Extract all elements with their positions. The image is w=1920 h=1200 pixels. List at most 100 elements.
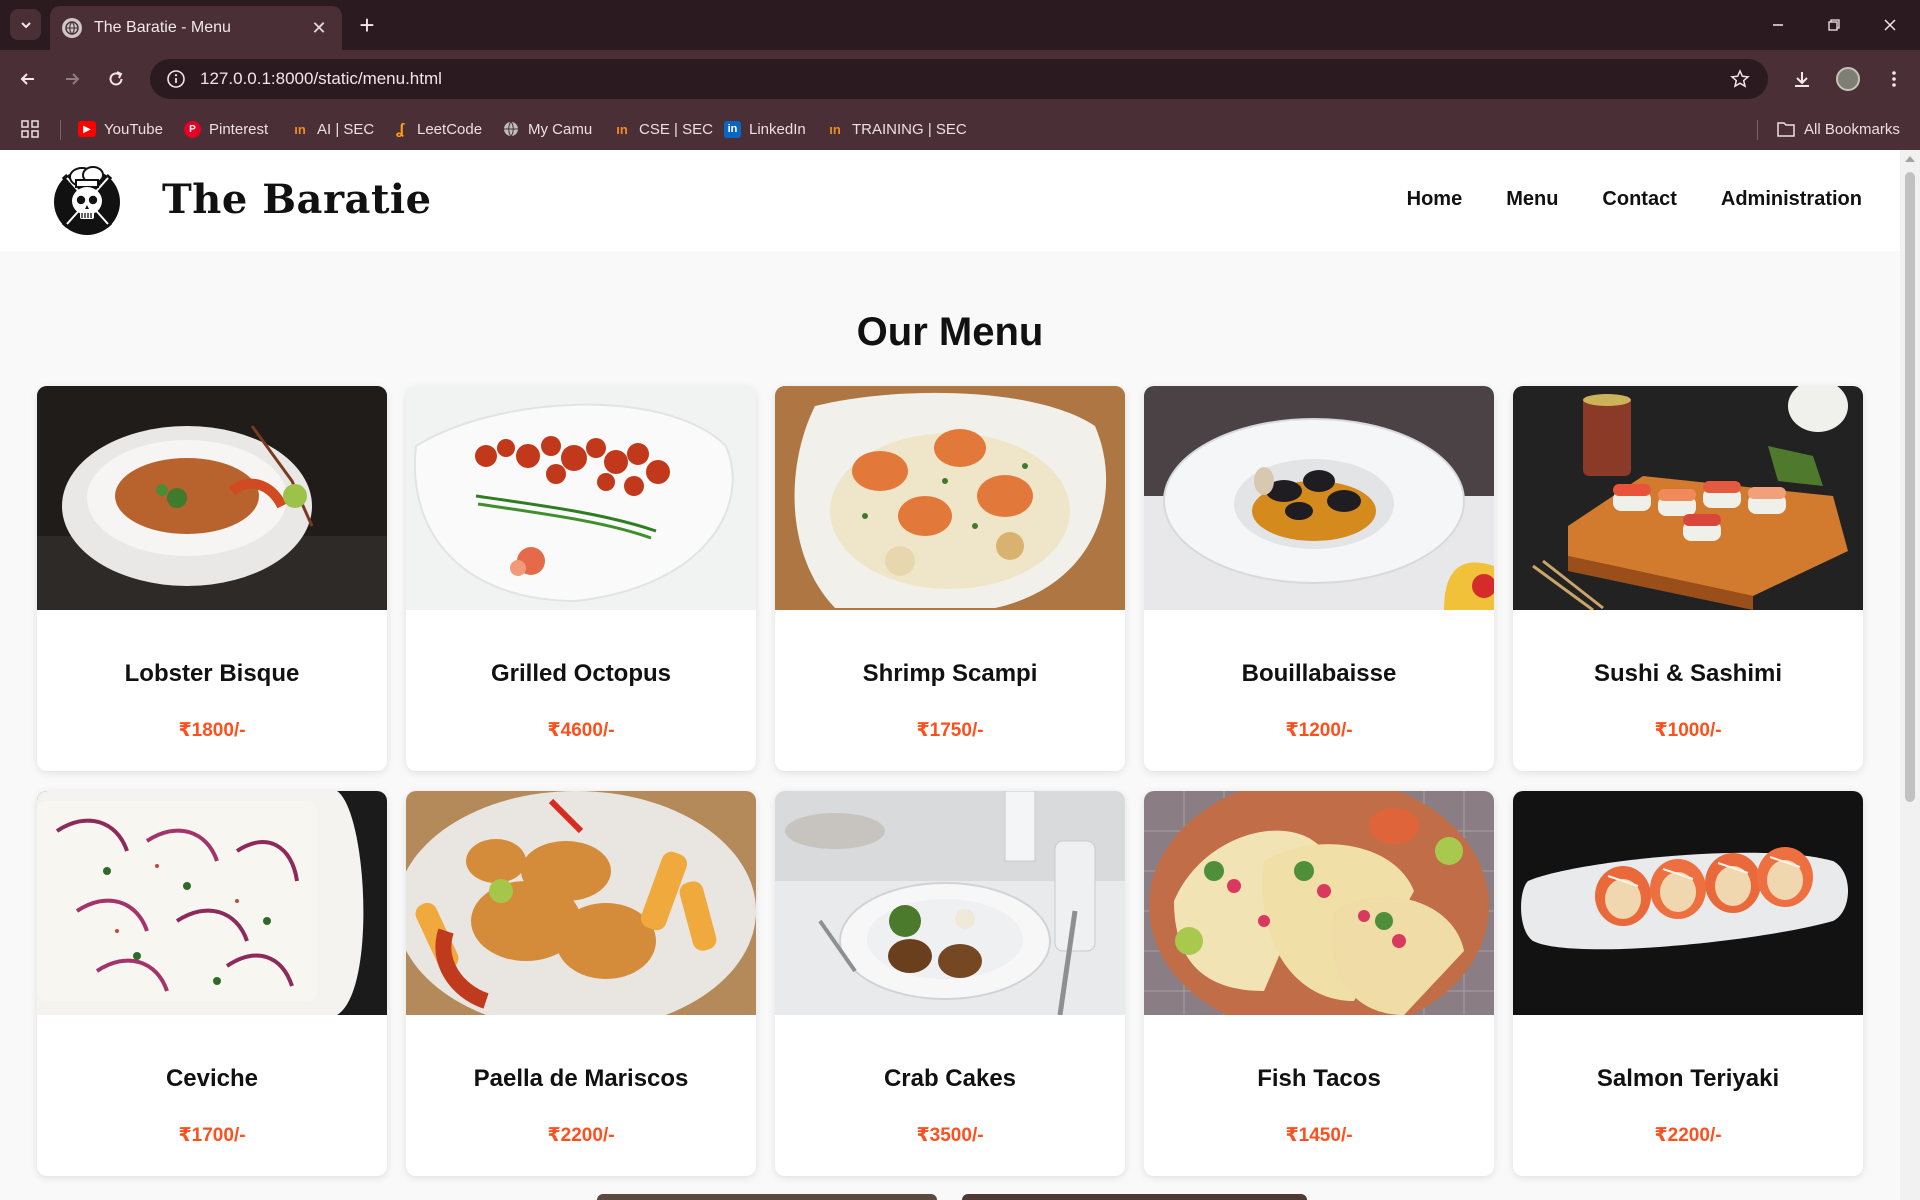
- dish-price: ₹1750/-: [916, 720, 984, 741]
- address-bar[interactable]: 127.0.0.1:8000/static/menu.html: [150, 59, 1768, 99]
- menu-card[interactable]: Shrimp Scampi ₹1750/-: [775, 386, 1125, 771]
- minimize-window-button[interactable]: [1750, 0, 1806, 50]
- all-bookmarks-label: All Bookmarks: [1804, 120, 1900, 138]
- dish-price: ₹1000/-: [1654, 720, 1722, 741]
- close-tab-icon[interactable]: ✕: [308, 18, 330, 39]
- all-bookmarks-button[interactable]: All Bookmarks: [1776, 118, 1900, 140]
- dish-price: ₹1450/-: [1285, 1125, 1353, 1146]
- arrow-left-icon: [20, 73, 34, 85]
- page-title: Our Menu: [856, 310, 1044, 354]
- new-tab-button[interactable]: +: [352, 10, 382, 40]
- more-vertical-icon: [1892, 71, 1896, 87]
- bookmark-my-camu[interactable]: My Camu: [502, 118, 592, 140]
- camu-icon: ın: [294, 121, 306, 137]
- tacos-image: [1144, 791, 1494, 1015]
- salmon-rolls-image: [1513, 791, 1863, 1015]
- menu-grid: Lobster Bisque ₹1800/- Grilled Octopus ₹…: [37, 386, 1863, 1176]
- site-header: The Baratie Home Menu Contact Administra…: [0, 150, 1900, 251]
- dish-name: Grilled Octopus: [490, 660, 672, 687]
- dish-name: Sushi & Sashimi: [1593, 660, 1783, 687]
- dish-name: Shrimp Scampi: [862, 660, 1038, 687]
- menu-card[interactable]: Crab Cakes ₹3500/-: [775, 791, 1125, 1176]
- apps-grid-icon: [21, 120, 39, 138]
- reload-icon: [109, 71, 123, 86]
- next-row-card-peek: [962, 1194, 1307, 1200]
- nav-menu-link[interactable]: Menu: [1506, 188, 1558, 211]
- shrimp-dish-image: [775, 386, 1125, 610]
- menu-card[interactable]: Grilled Octopus ₹4600/-: [406, 386, 756, 771]
- dish-name: Paella de Mariscos: [473, 1065, 689, 1092]
- ceviche-dish-image: [37, 791, 387, 1015]
- downloads-button[interactable]: [1786, 63, 1818, 95]
- bookmark-label: Pinterest: [209, 120, 269, 138]
- forward-button[interactable]: [56, 63, 88, 95]
- menu-card[interactable]: Ceviche ₹1700/-: [37, 791, 387, 1176]
- page-scrollbar[interactable]: [1900, 150, 1920, 1200]
- bookmarks-bar: ▶ YouTube P Pinterest ın AI | SEC ʆ Leet…: [0, 108, 1920, 150]
- dish-price: ₹4600/-: [547, 720, 615, 741]
- avatar: [1836, 67, 1860, 91]
- menu-card[interactable]: Lobster Bisque ₹1800/-: [37, 386, 387, 771]
- close-window-button[interactable]: [1862, 0, 1918, 50]
- bookmark-label: TRAINING | SEC: [852, 120, 967, 138]
- profile-button[interactable]: [1832, 63, 1864, 95]
- bookmark-label: LinkedIn: [749, 120, 806, 138]
- mussel-stew-image: [1144, 386, 1494, 610]
- menu-card[interactable]: Sushi & Sashimi ₹1000/-: [1513, 386, 1863, 771]
- youtube-icon: ▶: [78, 121, 96, 137]
- bookmark-label: AI | SEC: [317, 120, 375, 138]
- scrollbar-thumb[interactable]: [1905, 172, 1915, 802]
- url-text[interactable]: 127.0.0.1:8000/static/menu.html: [200, 69, 1726, 89]
- dish-price: ₹3500/-: [916, 1125, 984, 1146]
- browser-menu-button[interactable]: [1878, 63, 1910, 95]
- nav-home-link[interactable]: Home: [1407, 188, 1463, 211]
- globe-icon: [502, 121, 520, 137]
- site-nav: Home Menu Contact Administration: [1407, 188, 1862, 211]
- back-button[interactable]: [12, 63, 44, 95]
- bookmark-leetcode[interactable]: ʆ LeetCode: [391, 118, 482, 140]
- bookmark-label: My Camu: [528, 120, 593, 138]
- active-tab[interactable]: The Baratie - Menu ✕: [50, 6, 342, 50]
- scroll-up-arrow-icon[interactable]: [1905, 156, 1915, 162]
- bookmark-cse-sec[interactable]: ın CSE | SEC: [613, 118, 713, 140]
- skull-chef-logo-icon[interactable]: [50, 162, 124, 236]
- site-brand-title[interactable]: The Baratie: [162, 176, 432, 223]
- menu-card[interactable]: Bouillabaisse ₹1200/-: [1144, 386, 1494, 771]
- dish-price: ₹1800/-: [178, 720, 246, 741]
- camu-icon: ın: [616, 121, 628, 137]
- bookmark-linkedin[interactable]: in LinkedIn: [724, 118, 806, 140]
- arrow-right-icon: [66, 73, 80, 85]
- bookmark-youtube[interactable]: ▶ YouTube: [78, 118, 163, 140]
- nav-administration-link[interactable]: Administration: [1721, 188, 1862, 211]
- apps-button[interactable]: [20, 118, 40, 140]
- nav-contact-link[interactable]: Contact: [1602, 188, 1676, 211]
- pinterest-icon: P: [184, 120, 201, 138]
- menu-card[interactable]: Paella de Mariscos ₹2200/-: [406, 791, 756, 1176]
- crab-cakes-image: [775, 791, 1125, 1015]
- sushi-board-image: [1513, 386, 1863, 610]
- page-viewport: The Baratie Home Menu Contact Administra…: [0, 150, 1900, 1200]
- restore-window-button[interactable]: [1806, 0, 1862, 50]
- dish-name: Lobster Bisque: [124, 660, 300, 687]
- dish-name: Crab Cakes: [883, 1065, 1017, 1092]
- dish-price: ₹2200/-: [1654, 1125, 1722, 1146]
- tab-search-button[interactable]: [10, 9, 41, 40]
- bookmark-label: CSE | SEC: [639, 120, 713, 138]
- bookmark-training-sec[interactable]: ın TRAINING | SEC: [826, 118, 967, 140]
- browser-tab-strip: The Baratie - Menu ✕ +: [0, 0, 1920, 50]
- site-info-icon[interactable]: [164, 67, 188, 91]
- bookmark-star-icon[interactable]: [1726, 65, 1754, 93]
- globe-icon: [62, 18, 82, 38]
- bookmark-ai-sec[interactable]: ın AI | SEC: [291, 118, 374, 140]
- menu-card[interactable]: Fish Tacos ₹1450/-: [1144, 791, 1494, 1176]
- menu-card[interactable]: Salmon Teriyaki ₹2200/-: [1513, 791, 1863, 1176]
- next-row-card-peek: [597, 1194, 937, 1200]
- soup-bowl-image: [37, 386, 387, 610]
- bookmark-label: LeetCode: [417, 120, 483, 138]
- dish-name: Bouillabaisse: [1241, 660, 1397, 687]
- bookmark-pinterest[interactable]: P Pinterest: [184, 118, 268, 140]
- reload-button[interactable]: [100, 63, 132, 95]
- dish-name: Salmon Teriyaki: [1596, 1065, 1780, 1092]
- dish-name: Fish Tacos: [1257, 1065, 1381, 1092]
- dish-name: Ceviche: [165, 1065, 259, 1092]
